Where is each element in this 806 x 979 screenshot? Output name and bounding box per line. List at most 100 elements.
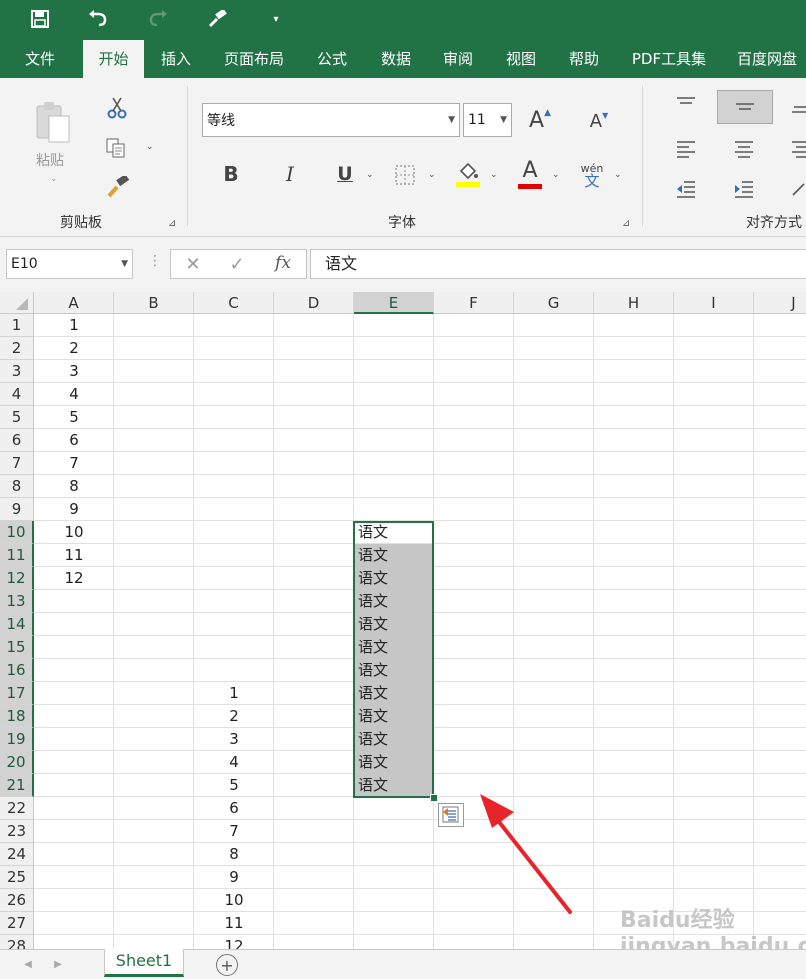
row-header-10[interactable]: 10 [0,521,34,544]
cell-a4[interactable]: 4 [34,383,114,406]
customize-toolbar-icon[interactable]: ▾ [262,6,290,32]
column-header-b[interactable]: B [114,292,194,314]
font-color-button[interactable]: A [516,158,544,190]
cell-c28[interactable]: 12 [194,935,274,949]
tab-baidu-netdisk[interactable]: 百度网盘 [728,40,806,78]
column-header-d[interactable]: D [274,292,354,314]
clipboard-launcher-icon[interactable]: ⊿ [168,218,176,229]
cut-icon[interactable] [104,94,130,122]
align-bottom-icon[interactable] [790,98,806,120]
paste-dropdown-caret[interactable]: ⌄ [50,174,58,184]
row-header-7[interactable]: 7 [0,452,34,475]
cell-a6[interactable]: 6 [34,429,114,452]
row-header-23[interactable]: 23 [0,820,34,843]
fill-handle[interactable] [430,794,438,802]
row-header-18[interactable]: 18 [0,705,34,728]
row-header-21[interactable]: 21 [0,774,34,797]
select-all-corner[interactable] [0,292,34,314]
cell-c18[interactable]: 2 [194,705,274,728]
row-header-25[interactable]: 25 [0,866,34,889]
cell-a2[interactable]: 2 [34,337,114,360]
row-header-2[interactable]: 2 [0,337,34,360]
cell-a7[interactable]: 7 [34,452,114,475]
row-header-8[interactable]: 8 [0,475,34,498]
column-header-i[interactable]: I [674,292,754,314]
row-header-4[interactable]: 4 [0,383,34,406]
tab-home[interactable]: 开始 [83,40,144,78]
tab-review[interactable]: 审阅 [432,40,484,78]
cell-c17[interactable]: 1 [194,682,274,705]
tab-formulas[interactable]: 公式 [306,40,358,78]
tab-file[interactable]: 文件 [16,40,64,78]
tab-insert[interactable]: 插入 [150,40,202,78]
underline-button[interactable]: U [332,160,358,188]
cell-c23[interactable]: 7 [194,820,274,843]
column-header-a[interactable]: A [34,292,114,314]
row-header-27[interactable]: 27 [0,912,34,935]
cancel-icon[interactable]: ✕ [180,253,206,275]
borders-dropdown-caret[interactable]: ⌄ [428,170,436,180]
redo-icon[interactable] [144,6,172,32]
cell-a10[interactable]: 10 [34,521,114,544]
cell-c27[interactable]: 11 [194,912,274,935]
name-box[interactable]: E10 ▼ [6,249,133,279]
cell-a11[interactable]: 11 [34,544,114,567]
bold-button[interactable]: B [218,160,244,188]
row-header-14[interactable]: 14 [0,613,34,636]
column-header-h[interactable]: H [594,292,674,314]
format-painter-quick-icon[interactable] [204,6,232,32]
column-header-j[interactable]: J [754,292,806,314]
scroll-right-icon[interactable]: ▶ [50,956,66,972]
sheet-tab-sheet1[interactable]: Sheet1 [104,949,184,977]
row-header-6[interactable]: 6 [0,429,34,452]
column-header-f[interactable]: F [434,292,514,314]
spreadsheet-grid[interactable]: ABCDEFGHIJ 1 2 3 4 5 6 7 8 9 10 11 12 13 14 15 16 17 18 19… [0,292,806,949]
align-left-icon[interactable] [672,136,700,162]
borders-icon[interactable] [392,162,418,188]
cell-c19[interactable]: 3 [194,728,274,751]
row-header-11[interactable]: 11 [0,544,34,567]
copy-icon[interactable] [102,134,130,162]
paste-button[interactable] [28,90,78,156]
row-header-20[interactable]: 20 [0,751,34,774]
add-sheet-icon[interactable]: + [216,954,238,976]
row-header-12[interactable]: 12 [0,567,34,590]
row-header-26[interactable]: 26 [0,889,34,912]
tab-view[interactable]: 视图 [495,40,547,78]
italic-button[interactable]: I [278,160,302,188]
align-center-icon[interactable] [730,136,758,162]
autofill-options-button[interactable] [438,803,464,827]
cell-c21[interactable]: 5 [194,774,274,797]
cell-c22[interactable]: 6 [194,797,274,820]
cell-a8[interactable]: 8 [34,475,114,498]
tab-page-layout[interactable]: 页面布局 [216,40,292,78]
column-header-c[interactable]: C [194,292,274,314]
undo-icon[interactable] [84,6,112,32]
cell-c24[interactable]: 8 [194,843,274,866]
align-top-icon[interactable] [672,90,700,116]
row-header-17[interactable]: 17 [0,682,34,705]
scroll-left-icon[interactable]: ◀ [20,956,36,972]
cell-c26[interactable]: 10 [194,889,274,912]
column-header-e[interactable]: E [354,292,434,314]
increase-indent-icon[interactable] [730,176,758,202]
align-right-icon[interactable] [790,136,806,162]
tab-pdf-tools[interactable]: PDF工具集 [624,40,714,78]
format-painter-icon[interactable] [104,174,132,200]
enter-icon[interactable]: ✓ [224,253,250,275]
row-header-1[interactable]: 1 [0,314,34,337]
row-header-5[interactable]: 5 [0,406,34,429]
fill-color-icon[interactable] [454,160,482,190]
font-name-combo[interactable]: 等线 ▼ [202,103,460,137]
tab-data[interactable]: 数据 [370,40,422,78]
phonetic-dropdown-caret[interactable]: ⌄ [614,170,622,180]
column-header-g[interactable]: G [514,292,594,314]
font-size-combo[interactable]: 11 ▼ [463,103,512,137]
cell-a12[interactable]: 12 [34,567,114,590]
row-header-19[interactable]: 19 [0,728,34,751]
orientation-icon[interactable] [790,176,806,202]
row-header-28[interactable]: 28 [0,935,34,949]
row-header-15[interactable]: 15 [0,636,34,659]
row-header-13[interactable]: 13 [0,590,34,613]
underline-dropdown-caret[interactable]: ⌄ [366,170,374,180]
